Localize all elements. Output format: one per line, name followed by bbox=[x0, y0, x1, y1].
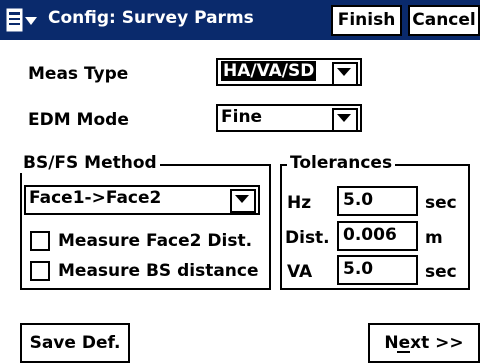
bs-fs-method-value: Face1->Face2 bbox=[29, 188, 162, 208]
measure-bs-distance-label: Measure BS distance bbox=[58, 261, 259, 281]
dist-input[interactable]: 0.006 bbox=[337, 221, 418, 251]
dist-value: 0.006 bbox=[343, 225, 397, 245]
finish-button[interactable]: Finish bbox=[331, 5, 402, 36]
hz-unit: sec bbox=[425, 193, 457, 213]
va-label: VA bbox=[287, 262, 313, 282]
window-title: Config: Survey Parms bbox=[48, 8, 254, 28]
dist-label: Dist. bbox=[285, 228, 330, 248]
bs-fs-method-title: BS/FS Method bbox=[20, 153, 160, 173]
cancel-button[interactable]: Cancel bbox=[408, 5, 480, 36]
measure-bs-distance-checkbox[interactable] bbox=[30, 261, 50, 281]
edm-mode-value: Fine bbox=[221, 107, 263, 127]
next-button[interactable]: Next >> bbox=[368, 323, 480, 363]
bs-fs-method-select[interactable]: Face1->Face2 bbox=[24, 185, 260, 215]
next-button-label: Next >> bbox=[384, 333, 464, 353]
menu-button[interactable] bbox=[6, 8, 40, 34]
save-def-button[interactable]: Save Def. bbox=[20, 323, 130, 363]
measure-face2-dist-label: Measure Face2 Dist. bbox=[58, 231, 253, 251]
hz-value: 5.0 bbox=[343, 190, 374, 210]
edm-mode-label: EDM Mode bbox=[28, 110, 129, 130]
edm-mode-select[interactable]: Fine bbox=[216, 104, 362, 132]
va-input[interactable]: 5.0 bbox=[337, 255, 418, 285]
chevron-down-icon[interactable] bbox=[230, 189, 256, 213]
hz-label: Hz bbox=[287, 193, 312, 213]
chevron-down-icon[interactable] bbox=[332, 62, 358, 86]
tolerances-title: Tolerances bbox=[287, 153, 396, 173]
dist-unit: m bbox=[425, 228, 443, 248]
meas-type-label: Meas Type bbox=[28, 64, 129, 84]
meas-type-value: HA/VA/SD bbox=[221, 61, 317, 81]
meas-type-select[interactable]: HA/VA/SD bbox=[216, 58, 362, 86]
next-mnemonic-underline bbox=[397, 351, 410, 353]
va-value: 5.0 bbox=[343, 259, 374, 279]
title-bar: Config: Survey Parms Finish Cancel bbox=[0, 0, 480, 40]
measure-face2-dist-checkbox[interactable] bbox=[30, 231, 50, 251]
va-unit: sec bbox=[425, 262, 457, 282]
start-menu-icon bbox=[6, 8, 37, 32]
hz-input[interactable]: 5.0 bbox=[337, 186, 418, 216]
chevron-down-icon[interactable] bbox=[332, 108, 358, 132]
